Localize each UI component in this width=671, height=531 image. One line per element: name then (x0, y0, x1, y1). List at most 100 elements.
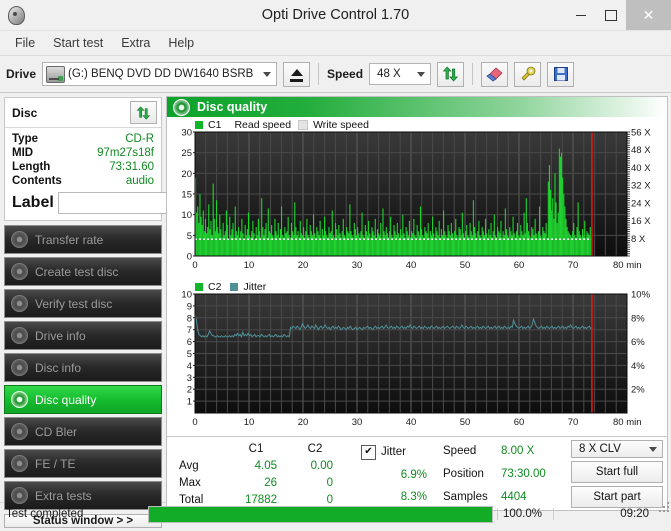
svg-text:70: 70 (568, 260, 579, 271)
svg-text:15: 15 (181, 190, 192, 201)
svg-text:30: 30 (181, 128, 192, 139)
svg-text:6%: 6% (631, 337, 645, 348)
svg-text:2%: 2% (631, 385, 645, 396)
maximize-button[interactable] (596, 0, 626, 30)
sidebar-item-disc-quality[interactable]: Disc quality (4, 385, 162, 414)
svg-text:30: 30 (352, 417, 363, 428)
svg-text:6: 6 (187, 337, 192, 348)
sidebar-item-cd-bler[interactable]: CD Bler (4, 417, 162, 446)
sidebar-item-disc-info[interactable]: Disc info (4, 353, 162, 382)
svg-text:48 X: 48 X (631, 145, 651, 156)
stats-c1-total: 17882 (245, 493, 277, 506)
progress-bar (148, 505, 493, 523)
svg-text:3: 3 (187, 373, 192, 384)
legend-swatch-c1 (195, 121, 203, 129)
close-icon[interactable]: ✕ (626, 0, 671, 30)
svg-text:50: 50 (460, 417, 471, 428)
menu-start-test[interactable]: Start test (44, 34, 112, 52)
readout-value-samples: 4404 (501, 490, 527, 503)
chevron-down-icon (417, 72, 426, 77)
sidebar-item-extra-tests[interactable]: Extra tests (4, 481, 162, 510)
svg-text:40: 40 (406, 417, 417, 428)
disc-refresh-button[interactable] (130, 101, 157, 124)
disc-label-row: Label (12, 188, 263, 214)
tools-icon (520, 66, 535, 81)
disc-panel: Disc Type CD-R MID 97m27s18f Length 73:3… (4, 97, 263, 221)
disc-label-key: Label (12, 193, 54, 211)
drive-info-icon (11, 327, 28, 344)
jitter-checkbox[interactable]: ✔ (361, 444, 376, 460)
svg-text:8: 8 (187, 313, 192, 324)
sidebar-item-label: Create test disc (35, 264, 119, 279)
svg-text:56 X: 56 X (631, 128, 651, 139)
progress-percent-label: 100.0% (497, 508, 553, 520)
jitter-chart: C2 Jitter 1 2 3 4 5 6 7 8 9 10 2% 4% 6% 8% 10% 0 10 20 30 4… (169, 281, 663, 436)
menu-file[interactable]: File (6, 34, 44, 52)
erase-button[interactable] (481, 61, 509, 87)
disc-panel-header: Disc (5, 98, 161, 128)
chevron-down-icon (649, 447, 657, 453)
svg-text:40: 40 (406, 260, 417, 271)
jitter-max: 8.3% (400, 491, 427, 504)
disc-row-length: Length 73:31.60 (12, 160, 154, 174)
panel-header: Disc quality (167, 97, 667, 117)
eject-icon (290, 69, 303, 76)
jitter-header: Jitter (381, 446, 406, 459)
extra-tests-icon (11, 487, 28, 504)
refresh-arrows-icon (442, 66, 459, 82)
menu-extra[interactable]: Extra (112, 34, 159, 52)
sidebar-item-drive-info[interactable]: Drive info (4, 321, 162, 350)
svg-text:10: 10 (181, 290, 192, 301)
disc-info-icon (11, 359, 28, 376)
sidebar-item-create-test-disc[interactable]: Create test disc (4, 257, 162, 286)
refresh-button[interactable] (437, 61, 465, 87)
jitter-avg: 6.9% (400, 469, 427, 482)
sidebar-item-transfer-rate[interactable]: Transfer rate (4, 225, 162, 254)
stats-row-label-max: Max (179, 476, 201, 489)
title-bar: Opti Drive Control 1.70 ✕ (0, 0, 671, 31)
eject-button[interactable] (283, 61, 311, 87)
svg-text:20: 20 (298, 417, 309, 428)
menu-help[interactable]: Help (159, 34, 203, 52)
readout-value-speed: 8.00 X (501, 445, 535, 458)
drive-select[interactable]: (G:) BENQ DVD DD DW1640 BSRB (42, 62, 278, 86)
disc-quality-icon (173, 98, 190, 116)
svg-text:10: 10 (244, 417, 255, 428)
svg-text:40 X: 40 X (631, 163, 651, 174)
sidebar-item-fe-te[interactable]: FE / TE (4, 449, 162, 478)
disc-row-contents: Contents audio (12, 174, 154, 188)
sidebar-item-verify-test-disc[interactable]: Verify test disc (4, 289, 162, 318)
svg-text:9: 9 (187, 301, 192, 312)
sidebar-item-label: Verify test disc (35, 296, 113, 311)
disc-row-value: 73:31.60 (109, 161, 154, 173)
save-button[interactable] (547, 61, 575, 87)
tools-button[interactable] (514, 61, 542, 87)
svg-text:8 X: 8 X (631, 234, 646, 245)
speed-select[interactable]: 48 X (369, 63, 432, 85)
legend-label-jitter: Jitter (243, 281, 267, 293)
legend-label-c1: C1 (208, 119, 222, 131)
progress-bar-fill (149, 506, 492, 522)
jitter-chart-svg: 123456789102%4%6%8%10%0 10 20 30 40 50 60 70 80 … (181, 290, 651, 429)
svg-text:32 X: 32 X (631, 181, 651, 192)
window-controls: ✕ (566, 0, 671, 30)
svg-text:60: 60 (514, 260, 525, 271)
svg-text:0: 0 (192, 417, 197, 428)
sidebar-item-label: Drive info (35, 328, 86, 343)
refresh-arrows-icon (136, 105, 151, 120)
minimize-button[interactable] (566, 0, 596, 30)
legend-swatch-c2 (195, 283, 203, 291)
disc-row-type: Type CD-R (12, 132, 154, 146)
svg-text:20: 20 (181, 169, 192, 180)
sidebar-item-label: Extra tests (35, 488, 92, 503)
svg-text:60: 60 (514, 417, 525, 428)
menu-bar: File Start test Extra Help (0, 31, 671, 56)
readout-key-samples: Samples (443, 490, 488, 503)
start-full-button[interactable]: Start full (571, 461, 663, 484)
svg-text:10%: 10% (631, 290, 651, 301)
start-part-button[interactable]: Start part (571, 486, 663, 509)
sidebar-item-label: Disc info (35, 360, 82, 375)
write-strategy-select[interactable]: 8 X CLV (571, 440, 663, 459)
svg-text:2: 2 (187, 385, 192, 396)
disc-row-key: MID (12, 147, 34, 159)
